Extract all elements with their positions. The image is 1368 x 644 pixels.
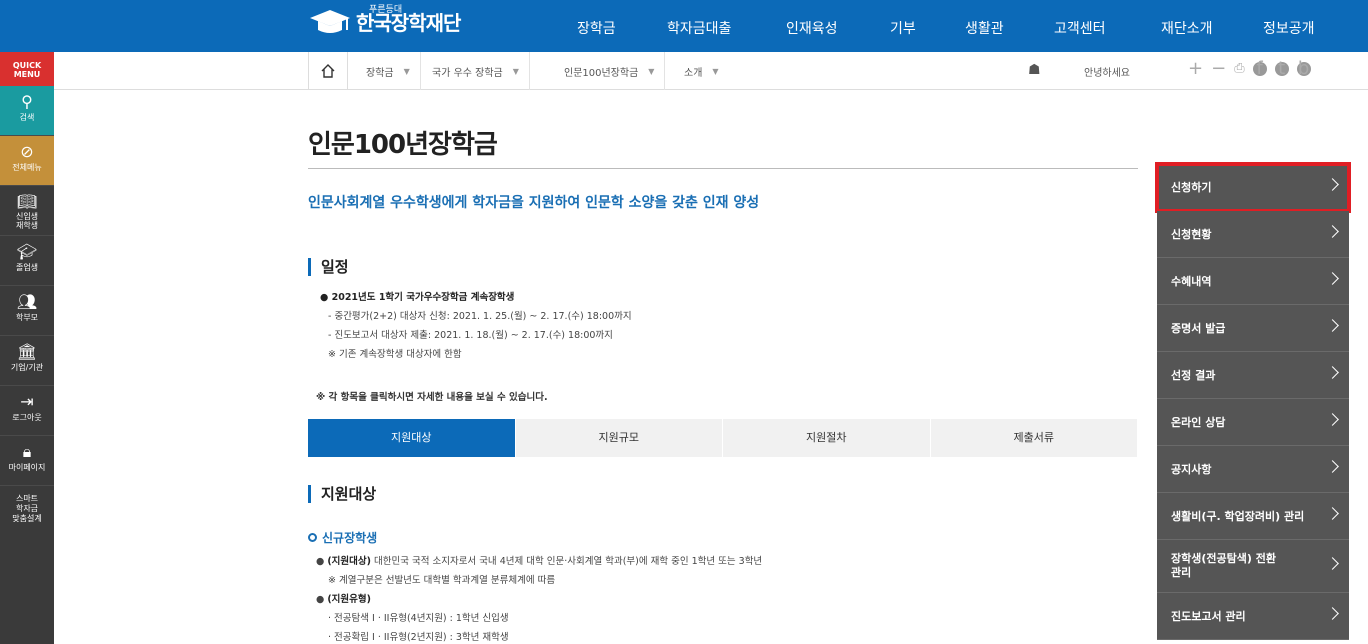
chevron-down-icon: ▼	[648, 66, 655, 76]
graduation-cap-logo-icon	[308, 6, 352, 36]
home-icon[interactable]	[308, 52, 348, 90]
quick-menu: QUICK MENU ⚲ 검색 ⊘ 전체메뉴 📖︎ 신입생 재학생 🎓︎ 졸업생 👥︎ 학부…	[0, 52, 54, 644]
quick-menu-title: QUICK MENU	[0, 52, 54, 86]
graduation-cap-icon: 🎓︎	[16, 242, 38, 261]
nav-loan[interactable]: 학자금대출	[667, 18, 731, 38]
target-line: ● (지원대상) 대한민국 국적 소지자로서 국내 4년제 대학 인문·사회계열…	[316, 556, 763, 567]
side-apply[interactable]: 신청하기	[1155, 162, 1351, 213]
schedule-item: - 중간평가(2+2) 대상자 신청: 2021. 1. 25.(월) ~ 2.…	[328, 311, 632, 322]
quick-graduates[interactable]: 🎓︎ 졸업생	[0, 236, 54, 286]
zoom-out-icon[interactable]: −	[1211, 58, 1226, 79]
nav-customer-center[interactable]: 고객센터	[1054, 18, 1106, 38]
tab-target[interactable]: 지원대상	[308, 419, 516, 457]
title-divider	[308, 168, 1138, 169]
quick-students[interactable]: 📖︎ 신입생 재학생	[0, 186, 54, 236]
click-notice: ※ 각 항목을 클릭하시면 자세한 내용을 보실 수 있습니다.	[316, 392, 548, 403]
top-navbar: 푸른등대 한국장학재단 장학금 학자금대출 인재육성 기부 생활관 고객센터 재…	[0, 0, 1368, 52]
schedule-item: - 진도보고서 대상자 제출: 2021. 1. 18.(월) ~ 2. 17.…	[328, 330, 613, 341]
compass-icon: ⊘	[20, 142, 34, 161]
chevron-right-icon	[1326, 319, 1339, 332]
breadcrumb: 장학금 ▼ 국가 우수 장학금 ▼ 인문100년장학금 ▼ 소개 ▼ ☗ 안녕하세요 +…	[308, 52, 1348, 90]
side-result[interactable]: 선정 결과	[1157, 352, 1349, 399]
type-item: · 전공확립 I · II유형(2년지원) : 3학년 재학생	[328, 632, 509, 643]
quick-parents[interactable]: 👥︎ 학부모	[0, 286, 54, 336]
side-living-cost[interactable]: 생활비(구. 학업장려비) 관리	[1157, 493, 1349, 540]
side-consult[interactable]: 온라인 상담	[1157, 399, 1349, 446]
tab-bar: 지원대상 지원규모 지원절차 제출서류	[308, 419, 1138, 457]
nav-talent[interactable]: 인재육성	[786, 18, 838, 38]
tab-scale[interactable]: 지원규모	[515, 419, 723, 457]
chevron-right-icon	[1326, 607, 1339, 620]
chevron-down-icon: ▼	[403, 66, 410, 76]
side-major-transfer[interactable]: 장학생(전공탐색) 전환 관리	[1157, 540, 1349, 593]
chevron-down-icon: ▼	[712, 66, 719, 76]
side-certificate[interactable]: 증명서 발급	[1157, 305, 1349, 352]
breadcrumb-item-scholarship[interactable]: 장학금 ▼	[356, 52, 421, 90]
breadcrumb-item-humanities[interactable]: 인문100년장학금 ▼	[554, 52, 666, 90]
nav-donation[interactable]: 기부	[890, 18, 916, 38]
user-icon[interactable]: ☗	[1028, 62, 1041, 78]
quick-logout[interactable]: ⇥ 로그아웃	[0, 386, 54, 436]
schedule-head: ● 2021년도 1학기 국가우수장학금 계속장학생	[320, 292, 515, 303]
building-icon: 🏛︎	[16, 342, 38, 361]
schedule-heading: 일정	[308, 258, 349, 276]
nav-disclosure[interactable]: 정보공개	[1263, 18, 1315, 38]
lock-icon: 🔒︎	[22, 442, 32, 461]
schedule-note: ※ 기존 계속장학생 대상자에 한함	[328, 349, 462, 360]
nav-dormitory[interactable]: 생활관	[965, 18, 1004, 38]
new-scholar-heading: 신규장학생	[308, 529, 377, 546]
facebook-icon[interactable]: f	[1252, 59, 1267, 77]
site-logo[interactable]: 푸른등대 한국장학재단	[308, 5, 461, 36]
blog-icon[interactable]: b	[1296, 59, 1311, 77]
quick-all-menu[interactable]: ⊘ 전체메뉴	[0, 136, 54, 186]
quick-mypage[interactable]: 🔒︎ 마이페이지	[0, 436, 54, 486]
book-icon: 📖︎	[16, 192, 38, 211]
toolbar: + − ⎙ f t b	[1188, 58, 1311, 79]
chevron-right-icon	[1326, 272, 1339, 285]
target-heading: 지원대상	[308, 485, 376, 503]
target-note: ※ 계열구분은 선발년도 대학별 학과계열 분류체계에 따름	[328, 575, 556, 586]
page-lead: 인문사회계열 우수학생에게 학자금을 지원하여 인문학 소양을 갖춘 인재 양성	[308, 195, 760, 211]
logo-tagline: 푸른등대	[369, 5, 403, 15]
chevron-right-icon	[1326, 413, 1339, 426]
twitter-icon[interactable]: t	[1274, 59, 1289, 77]
breadcrumb-item-national[interactable]: 국가 우수 장학금 ▼	[422, 52, 530, 90]
side-history[interactable]: 수혜내역	[1157, 258, 1349, 305]
chevron-right-icon	[1326, 557, 1339, 570]
zoom-in-icon[interactable]: +	[1188, 58, 1203, 79]
type-item: · 전공탐색 I · II유형(4년지원) : 1학년 신입생	[328, 613, 509, 624]
search-icon: ⚲	[21, 92, 33, 111]
chevron-right-icon	[1326, 178, 1339, 191]
quick-search[interactable]: ⚲ 검색	[0, 86, 54, 136]
tab-procedure[interactable]: 지원절차	[723, 419, 931, 457]
quick-institution[interactable]: 🏛︎ 기업/기관	[0, 336, 54, 386]
chevron-right-icon	[1326, 366, 1339, 379]
type-line: ● (지원유형)	[316, 594, 371, 605]
side-notice[interactable]: 공지사항	[1157, 446, 1349, 493]
breadcrumb-item-intro[interactable]: 소개 ▼	[674, 52, 729, 90]
tab-documents[interactable]: 제출서류	[930, 419, 1138, 457]
side-status[interactable]: 신청현황	[1157, 211, 1349, 258]
page-title: 인문100년장학금	[308, 130, 498, 160]
side-progress-report[interactable]: 진도보고서 관리	[1157, 593, 1349, 640]
side-menu: 신청하기 신청현황 수혜내역 증명서 발급 선정 결과 온라인 상담 공지사항 …	[1155, 162, 1351, 640]
greeting-text: 안녕하세요	[1084, 67, 1130, 79]
quick-smart-plan[interactable]: 스마트 학자금 맞춤설계	[0, 486, 54, 544]
chevron-right-icon	[1326, 460, 1339, 473]
nav-scholarship[interactable]: 장학금	[577, 18, 616, 38]
circle-bullet-icon	[308, 533, 317, 542]
chevron-right-icon	[1326, 225, 1339, 238]
breadcrumb-bar: 장학금 ▼ 국가 우수 장학금 ▼ 인문100년장학금 ▼ 소개 ▼ ☗ 안녕하세요 +…	[0, 52, 1368, 90]
chevron-down-icon: ▼	[512, 66, 519, 76]
nav-about[interactable]: 재단소개	[1161, 18, 1213, 38]
print-icon[interactable]: ⎙	[1234, 61, 1244, 76]
chevron-right-icon	[1326, 507, 1339, 520]
logout-icon: ⇥	[20, 392, 34, 411]
people-icon: 👥︎	[16, 292, 38, 311]
